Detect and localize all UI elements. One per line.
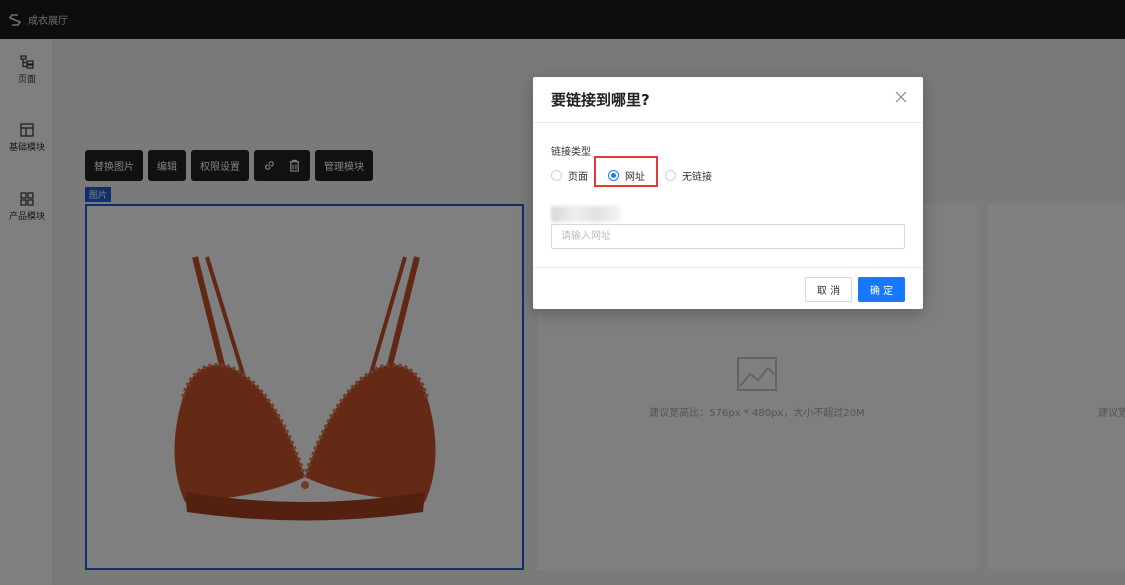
link-dialog: 要链接到哪里? 链接类型 页面 网址 无链接 取 消 确 定 — [533, 77, 923, 309]
dialog-title: 要链接到哪里? — [551, 91, 650, 109]
radio-no-link[interactable]: 无链接 — [665, 168, 712, 183]
cancel-button[interactable]: 取 消 — [805, 277, 852, 302]
radio-page[interactable]: 页面 — [551, 168, 588, 183]
confirm-button[interactable]: 确 定 — [858, 277, 905, 302]
dialog-footer: 取 消 确 定 — [533, 267, 923, 309]
radio-label: 无链接 — [682, 171, 712, 183]
url-input[interactable] — [551, 224, 905, 249]
radio-circle[interactable] — [551, 169, 562, 181]
dialog-header: 要链接到哪里? — [533, 77, 923, 123]
highlight-annotation — [594, 156, 658, 187]
radio-circle[interactable] — [665, 169, 676, 181]
radio-label: 页面 — [568, 171, 588, 183]
blurred-field-label — [551, 206, 621, 222]
close-icon[interactable] — [895, 91, 907, 103]
